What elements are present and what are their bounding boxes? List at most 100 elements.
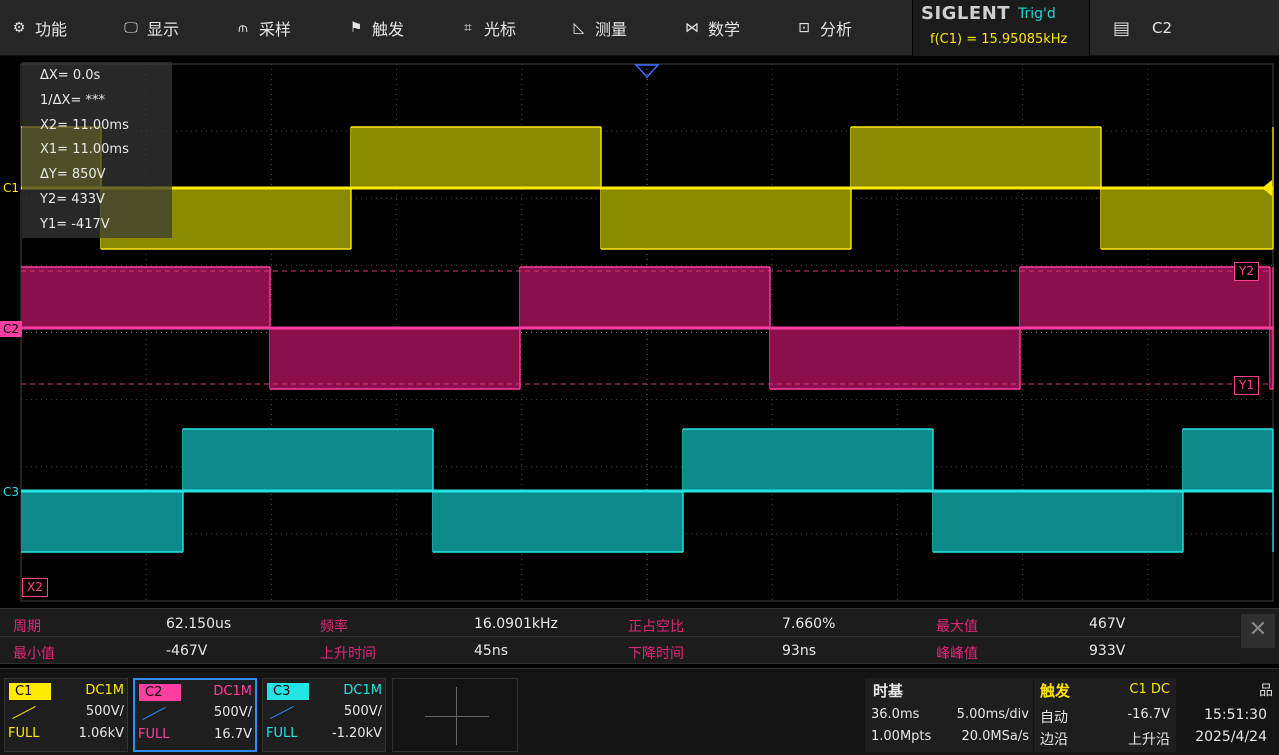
active-channel-label[interactable]: C2 — [1152, 19, 1172, 37]
trigger-type: 边沿 — [1040, 732, 1068, 748]
menu-math-label: 数学 — [708, 20, 741, 39]
channel-3-bandwidth: FULL — [266, 726, 298, 741]
cursor-delta-y: ΔY= 850V — [40, 167, 106, 183]
meas-pkpk-label: 峰峰值 — [936, 646, 978, 662]
menu-cursor-label: 光标 — [484, 20, 517, 39]
cursor-y1-label[interactable]: Y1 — [1234, 376, 1259, 395]
brand-logo: SIGLENT — [921, 3, 1011, 24]
channel-2-offset: 16.7V — [214, 727, 252, 742]
c3-pulse — [1183, 429, 1273, 491]
cursor-grid-icon: ⌗ — [464, 20, 472, 36]
channel-1-offset: 1.06kV — [78, 726, 124, 741]
cursor-inverse-delta-x: 1/ΔX= *** — [40, 92, 105, 108]
waveform-canvas[interactable] — [0, 56, 1279, 608]
menu-function-label: 功能 — [35, 20, 68, 39]
menu-analysis[interactable]: ⊡ 分析 — [795, 0, 852, 56]
c2-pulse — [21, 267, 270, 328]
measurement-row-2: 最小值 -467V 上升时间 45ns 下降时间 93ns 峰峰值 933V — [0, 638, 1240, 664]
channel-1-probe-icon — [12, 705, 36, 720]
sample-icon: ⫙ — [238, 20, 248, 36]
timebase-delay: 36.0ms — [871, 707, 920, 722]
channel-1-box[interactable]: C1 DC1M 500V/ FULL 1.06kV — [4, 678, 128, 752]
channel-3-scale: 500V/ — [343, 704, 382, 719]
trigger-position-icon — [634, 64, 660, 79]
timebase-title: 时基 — [873, 682, 904, 700]
trigger-source: C1 DC — [1129, 682, 1170, 697]
menu-display-label: 显示 — [147, 20, 180, 39]
channel-2-scale: 500V/ — [213, 705, 252, 720]
channel-2-box[interactable]: C2 DC1M 500V/ FULL 16.7V — [133, 678, 257, 752]
menu-function[interactable]: ⚙ 功能 — [10, 0, 67, 56]
c3-pulse — [933, 491, 1183, 552]
c2-pulse — [520, 267, 770, 328]
note-icon[interactable]: ▤ — [1113, 18, 1130, 39]
channel-2-coupling: DC1M — [213, 684, 252, 699]
c1-pulse — [1101, 188, 1273, 249]
trigger-box[interactable]: 触发 C1 DC 自动 -16.7V 边沿 上升沿 — [1034, 678, 1176, 752]
menu-cursor[interactable]: ⌗ 光标 — [459, 0, 516, 56]
channel-2-bandwidth: FULL — [138, 727, 170, 742]
meas-duty-label: 正占空比 — [628, 619, 684, 635]
menu-trigger[interactable]: ⚑ 触发 — [347, 0, 404, 56]
measurement-panel: 周期 62.150us 频率 16.0901kHz 正占空比 7.660% 最大… — [0, 608, 1279, 664]
top-menu-bar: ⚙ 功能 🖵 显示 ⫙ 采样 ⚑ 触发 ⌗ 光标 ◺ 测量 ⋈ 数学 ⊡ 分析 SIGLENT Trig'd … — [0, 0, 1279, 56]
cursor-y2: Y2= 433V — [40, 191, 105, 207]
menu-acquire[interactable]: ⫙ 采样 — [234, 0, 291, 56]
meas-frequency-label: 频率 — [320, 619, 348, 635]
trigger-status-panel[interactable]: SIGLENT Trig'd f(C1) = 15.95085kHz — [912, 0, 1090, 56]
meas-rise-value: 45ns — [474, 643, 508, 659]
menu-trigger-label: 触发 — [372, 20, 405, 39]
c2-pulse — [770, 328, 1020, 389]
cursor-y2-label[interactable]: Y2 — [1234, 262, 1259, 281]
analysis-icon: ⊡ — [798, 20, 810, 36]
close-icon: ✕ — [1248, 617, 1268, 642]
c3-pulse — [683, 429, 933, 491]
monitor-icon: 🖵 — [124, 20, 138, 36]
menu-math[interactable]: ⋈ 数学 — [683, 0, 740, 56]
meas-min-value: -467V — [166, 643, 208, 659]
c1-pulse — [601, 188, 851, 249]
clock-date: 2025/4/24 — [1195, 729, 1267, 745]
timebase-memory: 1.00Mpts — [871, 729, 932, 744]
c1-pulse — [851, 127, 1101, 188]
meas-rise-label: 上升时间 — [320, 646, 376, 662]
menu-measure[interactable]: ◺ 测量 — [570, 0, 627, 56]
network-icon[interactable]: 品 — [1259, 680, 1273, 700]
channel-1-name: C1 — [9, 683, 51, 700]
menu-display[interactable]: 🖵 显示 — [122, 0, 179, 56]
cursor-delta-x: ΔX= 0.0s — [40, 68, 101, 83]
c3-pulse — [433, 491, 683, 552]
channel-2-probe-icon — [142, 706, 166, 721]
meas-max-value: 467V — [1089, 616, 1126, 632]
menu-measure-label: 测量 — [595, 20, 628, 39]
gear-icon: ⚙ — [12, 20, 26, 36]
meas-max-label: 最大值 — [936, 619, 978, 635]
cursor-x2-label[interactable]: X2 — [22, 578, 48, 597]
waveform-display[interactable]: ΔX= 0.0s 1/ΔX= *** X2= 11.00ms X1= 11.00… — [0, 56, 1279, 608]
meas-duty-value: 7.660% — [782, 616, 836, 632]
close-measurement-button[interactable]: ✕ — [1241, 614, 1275, 648]
meas-fall-label: 下降时间 — [628, 646, 684, 662]
status-bar: C1 DC1M 500V/ FULL 1.06kV C2 DC1M 500V/ … — [0, 668, 1279, 755]
measurement-row-1: 周期 62.150us 频率 16.0901kHz 正占空比 7.660% 最大… — [0, 611, 1240, 637]
c2-offset-marker[interactable]: C2 — [0, 321, 23, 337]
channel-1-scale: 500V/ — [85, 704, 124, 719]
c1-offset-marker[interactable]: C1 — [0, 180, 22, 196]
meas-period-value: 62.150us — [166, 616, 232, 632]
timebase-box[interactable]: 时基 36.0ms 5.00ms/div 1.00Mpts 20.0MSa/s — [865, 678, 1033, 752]
timebase-sample-rate: 20.0MSa/s — [961, 729, 1029, 744]
c3-offset-marker[interactable]: C3 — [0, 484, 22, 500]
channel-3-name: C3 — [267, 683, 309, 700]
cursor-x2: X2= 11.00ms — [40, 117, 129, 133]
trigger-frequency: f(C1) = 15.95085kHz — [930, 32, 1068, 47]
add-channel-box[interactable] — [392, 678, 518, 752]
timebase-scale: 5.00ms/div — [956, 707, 1029, 722]
trigger-level: -16.7V — [1127, 707, 1170, 722]
meas-min-label: 最小值 — [13, 646, 55, 662]
trigger-title: 触发 — [1040, 682, 1071, 700]
channel-3-box[interactable]: C3 DC1M 500V/ FULL -1.20kV — [262, 678, 386, 752]
c3-pulse — [183, 429, 433, 491]
c1-pulse — [351, 127, 601, 188]
ruler-icon: ◺ — [573, 20, 585, 36]
math-icon: ⋈ — [685, 20, 699, 36]
